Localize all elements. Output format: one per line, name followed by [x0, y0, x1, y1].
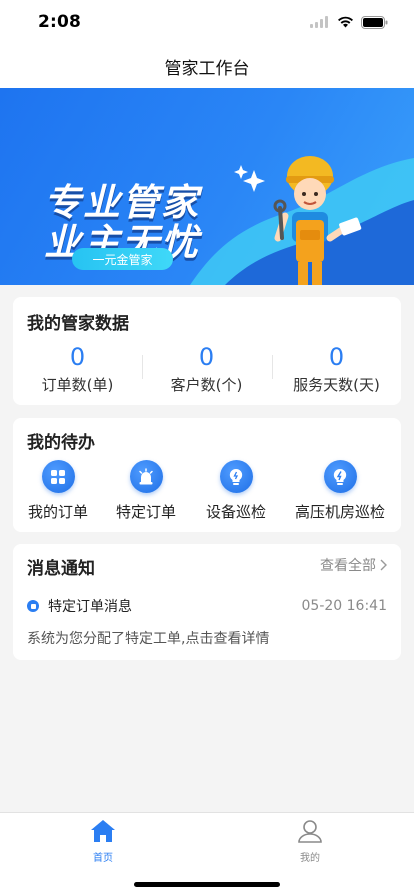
home-indicator	[134, 882, 280, 887]
view-all-label: 查看全部	[320, 558, 376, 574]
battery-icon	[361, 15, 388, 29]
view-all-link[interactable]: 查看全部	[320, 555, 387, 575]
message-title: 特定订单消息	[48, 599, 132, 615]
todo-card: 我的待办 我的订单 特定订单 设备巡检 高压机房巡检	[13, 418, 401, 532]
wifi-icon	[338, 16, 353, 28]
message-body[interactable]: 系统为您分配了特定工单,点击查看详情	[27, 628, 269, 648]
message-time: 05-20 16:41	[301, 598, 387, 614]
stat-customers[interactable]: 0 客户数(个)	[142, 343, 271, 395]
todo-label: 设备巡检	[205, 503, 266, 521]
tab-home[interactable]: 首页	[73, 819, 133, 864]
signal-icon	[310, 16, 328, 28]
stat-value: 0	[198, 343, 215, 371]
message-item[interactable]: 特定订单消息 05-20 16:41	[27, 596, 387, 616]
bulb-bolt-icon	[323, 460, 357, 493]
status-bar: 2:08	[0, 0, 414, 44]
stat-label: 订单数(单)	[41, 376, 114, 394]
data-card-title: 我的管家数据	[27, 314, 129, 334]
page-title: 管家工作台	[164, 58, 250, 79]
banner[interactable]: 专业管家 业主无忧 一元金管家	[0, 88, 414, 285]
message-card-title: 消息通知	[27, 559, 95, 579]
tab-label: 首页	[93, 853, 113, 864]
siren-icon	[129, 460, 163, 493]
message-card: 消息通知 查看全部 特定订单消息 05-20 16:41 系统为您分配了特定工单…	[13, 544, 401, 660]
grid-icon	[41, 460, 75, 493]
stat-value: 0	[69, 343, 86, 371]
bulb-icon	[219, 460, 253, 493]
stat-value: 0	[328, 343, 345, 371]
todo-label: 高压机房巡检	[294, 503, 385, 521]
todo-card-title: 我的待办	[27, 433, 95, 453]
message-dot-icon	[27, 600, 39, 612]
tab-mine[interactable]: 我的	[280, 819, 340, 864]
status-time: 2:08	[38, 12, 82, 32]
tab-label: 我的	[300, 853, 320, 864]
stat-label: 服务天数(天)	[293, 376, 380, 394]
status-icons	[310, 15, 388, 29]
home-icon	[91, 820, 115, 842]
data-card: 我的管家数据 0 订单数(单) 0 客户数(个) 0 服务天数(天)	[13, 297, 401, 405]
todo-equipment-inspection[interactable]: 设备巡检	[181, 460, 291, 522]
user-icon	[298, 820, 322, 843]
nav-bar: 管家工作台	[0, 44, 414, 88]
banner-pill: 一元金管家	[72, 248, 173, 270]
chevron-right-icon	[380, 559, 387, 571]
stat-label: 客户数(个)	[170, 376, 243, 394]
stat-orders[interactable]: 0 订单数(单)	[13, 343, 142, 395]
todo-hv-room-inspection[interactable]: 高压机房巡检	[285, 460, 395, 522]
stat-service-days[interactable]: 0 服务天数(天)	[272, 343, 401, 395]
